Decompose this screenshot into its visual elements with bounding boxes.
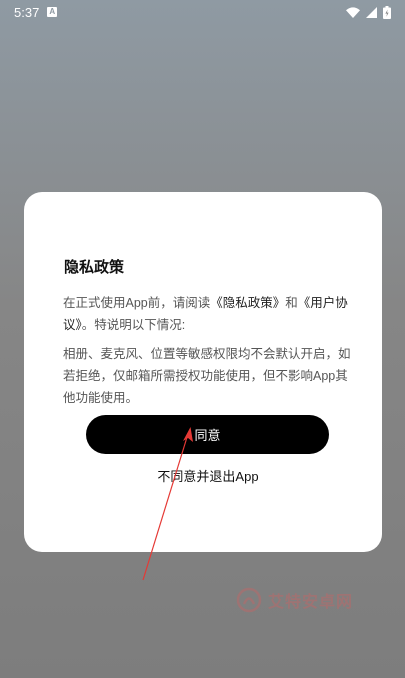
watermark: 艾特安卓网 [236, 587, 353, 613]
intro-and: 和 [285, 296, 298, 310]
disagree-exit-button[interactable]: 不同意并退出App [24, 466, 392, 485]
intro-prefix: 在正式使用App前，请阅读 [63, 296, 211, 310]
agree-button[interactable]: 同意 [86, 415, 329, 454]
wifi-icon [346, 6, 360, 18]
dialog-intro-text: 在正式使用App前，请阅读《隐私政策》和《用户协议》。特说明以下情况: [63, 292, 353, 336]
dialog-permissions-text: 相册、麦克风、位置等敏感权限均不会默认开启，如若拒绝，仅邮箱所需授权功能使用，但… [63, 347, 351, 405]
status-time: 5:37 [14, 4, 40, 20]
intro-suffix: 。特说明以下情况: [81, 318, 186, 332]
watermark-logo-icon [236, 587, 262, 613]
privacy-dialog: 隐私政策 在正式使用App前，请阅读《隐私政策》和《用户协议》。特说明以下情况:… [24, 192, 382, 552]
watermark-text: 艾特安卓网 [268, 594, 354, 611]
privacy-policy-link[interactable]: 《隐私政策》 [210, 296, 285, 310]
signal-icon [366, 6, 377, 18]
status-left: 5:37 A [14, 4, 58, 20]
status-right [346, 5, 391, 19]
battery-icon [383, 5, 391, 19]
notification-icon: A [47, 7, 58, 17]
dialog-title: 隐私政策 [64, 259, 125, 276]
status-bar: 5:37 A [0, 0, 405, 24]
